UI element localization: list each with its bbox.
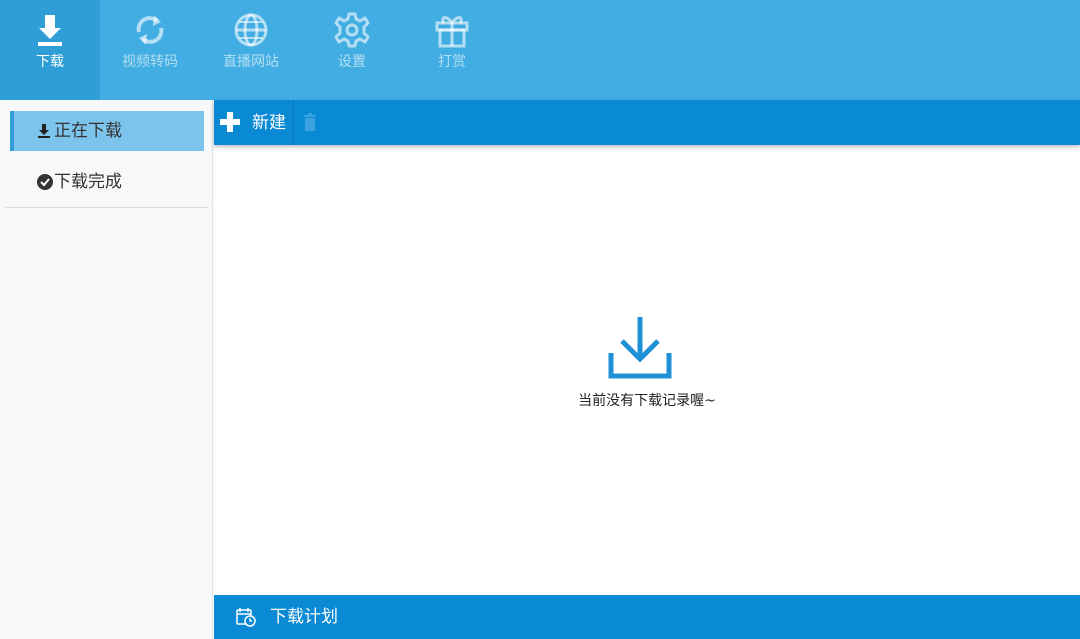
sidebar-item-label: 下载完成 bbox=[54, 172, 122, 192]
download-icon bbox=[38, 124, 50, 138]
top-nav-bar: 下载 视频转码 直播网站 设置 打赏 bbox=[0, 0, 1080, 100]
nav-item-live-sites[interactable]: 直播网站 bbox=[201, 0, 301, 100]
sidebar-item-completed[interactable]: 下载完成 bbox=[10, 162, 204, 202]
download-schedule-label: 下载计划 bbox=[270, 607, 338, 627]
plus-icon bbox=[220, 112, 240, 132]
sidebar-item-label: 正在下载 bbox=[54, 121, 122, 141]
trash-icon[interactable] bbox=[302, 113, 318, 133]
nav-item-video-convert[interactable]: 视频转码 bbox=[100, 0, 200, 100]
check-circle-icon bbox=[37, 174, 53, 190]
download-schedule-bar[interactable]: 下载计划 bbox=[214, 595, 1080, 639]
download-tray-icon bbox=[608, 317, 672, 379]
nav-label-live-sites: 直播网站 bbox=[223, 54, 279, 70]
nav-item-settings[interactable]: 设置 bbox=[302, 0, 402, 100]
nav-item-reward[interactable]: 打赏 bbox=[402, 0, 502, 100]
nav-label-download: 下载 bbox=[36, 54, 64, 70]
new-task-label: 新建 bbox=[252, 113, 286, 133]
sidebar-item-downloading[interactable]: 正在下载 bbox=[10, 111, 204, 151]
calendar-clock-icon bbox=[236, 608, 256, 627]
sidebar-divider bbox=[5, 207, 209, 208]
gift-icon bbox=[435, 16, 469, 48]
download-icon bbox=[38, 15, 62, 46]
globe-icon bbox=[234, 13, 268, 47]
nav-label-reward: 打赏 bbox=[438, 54, 466, 70]
download-list-area: 当前没有下载记录喔~ bbox=[214, 145, 1080, 595]
sidebar: 正在下载 下载完成 bbox=[0, 100, 213, 639]
nav-label-settings: 设置 bbox=[338, 54, 366, 70]
convert-icon bbox=[136, 15, 164, 45]
gear-icon bbox=[334, 12, 370, 48]
empty-state-message: 当前没有下载记录喔~ bbox=[578, 393, 716, 409]
nav-label-video-convert: 视频转码 bbox=[122, 54, 178, 70]
toolbar: 新建 bbox=[214, 100, 1080, 145]
new-task-button[interactable]: 新建 bbox=[214, 100, 294, 145]
nav-item-download[interactable]: 下载 bbox=[0, 0, 100, 100]
